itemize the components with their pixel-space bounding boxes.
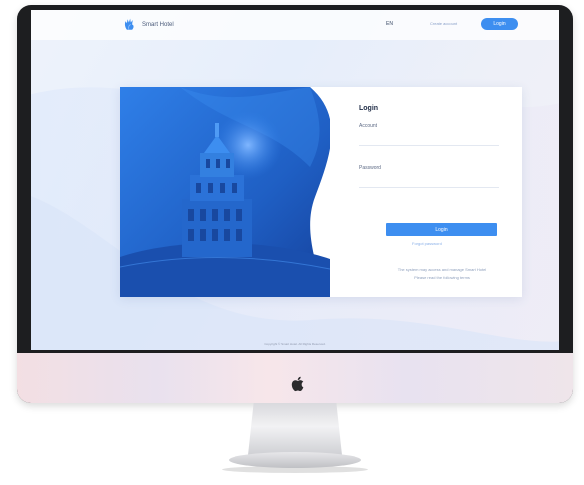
- monitor: Smart Hotel EN Create account Login Logi…: [17, 5, 573, 403]
- lighthouse-illustration: [120, 87, 330, 297]
- footer-copyright: Copyright © Smart Hotel. All Rights Rese…: [264, 342, 326, 346]
- nav-login-button[interactable]: Login: [481, 18, 518, 30]
- account-label: Account: [359, 123, 378, 129]
- forgot-password-link[interactable]: Forgot password: [412, 241, 442, 246]
- monitor-stand-foot: [229, 452, 361, 468]
- language-selector[interactable]: EN: [386, 21, 393, 27]
- account-input[interactable]: [359, 133, 499, 146]
- monitor-chin: [17, 353, 573, 403]
- login-submit-button[interactable]: Login: [386, 223, 497, 236]
- login-form: Login Account Password Login Forgot pass…: [348, 87, 522, 297]
- monitor-stand-neck: [248, 403, 342, 455]
- brand-name: Smart Hotel: [142, 21, 174, 28]
- login-card: Login Account Password Login Forgot pass…: [120, 87, 522, 297]
- terms-notice: The system may access and manage Smart H…: [397, 267, 487, 272]
- top-navigation: Smart Hotel EN Create account Login: [31, 10, 559, 40]
- terms-link[interactable]: Please read the following terms: [362, 275, 522, 280]
- screen: Smart Hotel EN Create account Login Logi…: [31, 10, 559, 350]
- apple-logo-icon: [291, 376, 304, 392]
- hand-logo-icon: [124, 18, 134, 30]
- create-account-link[interactable]: Create account: [430, 21, 457, 26]
- brand[interactable]: Smart Hotel: [123, 18, 174, 31]
- password-input[interactable]: [359, 175, 499, 188]
- password-label: Password: [359, 165, 381, 171]
- login-title: Login: [359, 105, 379, 112]
